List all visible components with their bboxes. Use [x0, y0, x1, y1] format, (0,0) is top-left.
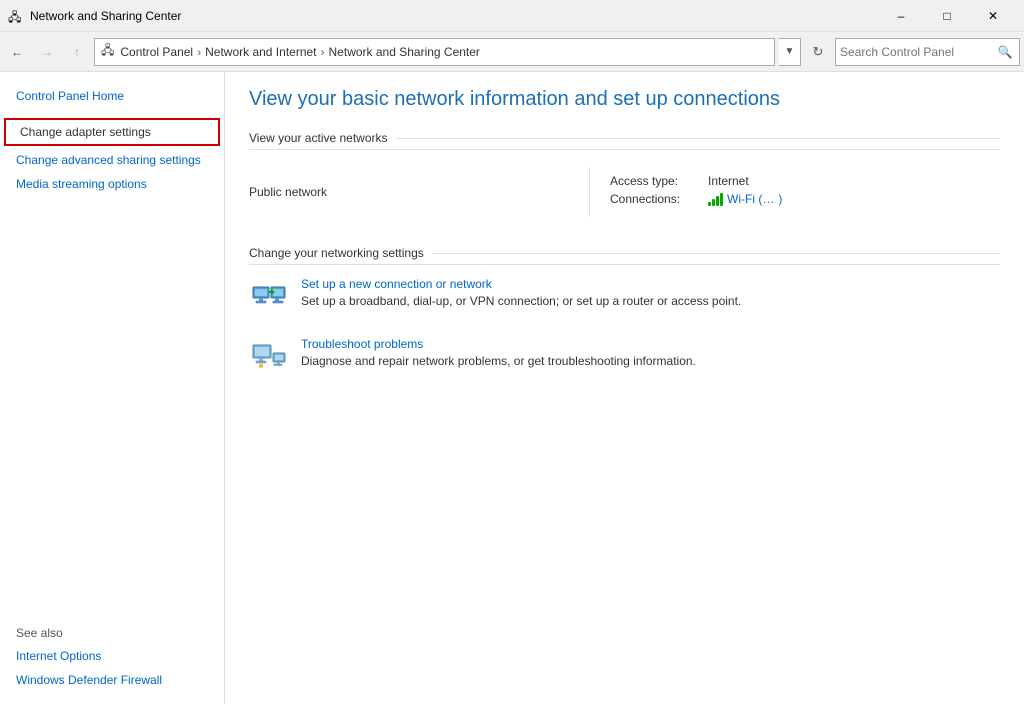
- network-name: Public network: [249, 177, 589, 207]
- sidebar: Control Panel Home Change adapter settin…: [0, 72, 225, 704]
- troubleshoot-desc: Diagnose and repair network problems, or…: [301, 354, 696, 368]
- settings-item-new-connection: Set up a new connection or network Set u…: [249, 277, 1000, 317]
- window-icon: 🖧: [8, 8, 24, 24]
- troubleshoot-text: Troubleshoot problems Diagnose and repai…: [301, 337, 696, 370]
- wifi-icon: [708, 192, 723, 206]
- address-path: 🖧 Control Panel › Network and Internet ›…: [94, 38, 775, 66]
- search-box: 🔍: [835, 38, 1020, 66]
- network-divider: [589, 167, 590, 217]
- page-title: View your basic network information and …: [249, 88, 1000, 111]
- svg-text:!: !: [261, 364, 262, 369]
- addressbar: ← → ↑ 🖧 Control Panel › Network and Inte…: [0, 32, 1024, 72]
- active-networks-header: View your active networks: [249, 131, 1000, 150]
- connections-row: Connections: Wi-Fi (… ): [610, 192, 782, 206]
- sidebar-item-internet-options[interactable]: Internet Options: [0, 644, 224, 668]
- close-button[interactable]: ✕: [970, 0, 1016, 32]
- troubleshoot-link[interactable]: Troubleshoot problems: [301, 337, 696, 351]
- wifi-name: Wi-Fi (…: [727, 192, 774, 206]
- settings-item-troubleshoot: ! Troubleshoot problems Diagnose and rep…: [249, 337, 1000, 377]
- access-type-label: Access type:: [610, 174, 700, 188]
- access-type-row: Access type: Internet: [610, 174, 782, 188]
- sidebar-item-change-advanced[interactable]: Change advanced sharing settings: [0, 148, 224, 172]
- address-icon: 🖧: [101, 41, 114, 62]
- back-button[interactable]: ←: [4, 39, 30, 65]
- minimize-button[interactable]: –: [878, 0, 924, 32]
- networking-settings-header: Change your networking settings: [249, 246, 1000, 265]
- up-button[interactable]: ↑: [64, 39, 90, 65]
- forward-button[interactable]: →: [34, 39, 60, 65]
- content-area: View your basic network information and …: [225, 72, 1024, 704]
- sidebar-item-change-adapter[interactable]: Change adapter settings: [4, 118, 220, 146]
- wifi-link[interactable]: Wi-Fi (… ): [708, 192, 782, 206]
- breadcrumb-current: Network and Sharing Center: [329, 45, 480, 59]
- new-connection-desc: Set up a broadband, dial-up, or VPN conn…: [301, 294, 741, 308]
- search-input[interactable]: [840, 45, 995, 59]
- refresh-button[interactable]: ↻: [805, 39, 831, 65]
- main-window: Control Panel Home Change adapter settin…: [0, 72, 1024, 704]
- search-icon[interactable]: 🔍: [995, 42, 1015, 62]
- window-controls: – □ ✕: [878, 0, 1016, 32]
- troubleshoot-icon: !: [249, 337, 289, 377]
- network-info: Access type: Internet Connections: Wi-Fi…: [610, 174, 782, 210]
- breadcrumb-network-internet[interactable]: Network and Internet: [205, 45, 316, 59]
- connections-label: Connections:: [610, 192, 700, 206]
- access-type-value: Internet: [708, 174, 749, 188]
- sidebar-item-home[interactable]: Control Panel Home: [0, 84, 224, 108]
- wifi-suffix: ): [778, 192, 782, 206]
- breadcrumb-control-panel[interactable]: Control Panel: [120, 45, 193, 59]
- address-dropdown[interactable]: ▼: [779, 38, 801, 66]
- settings-section: Set up a new connection or network Set u…: [249, 277, 1000, 377]
- titlebar: 🖧 Network and Sharing Center – □ ✕: [0, 0, 1024, 32]
- see-also-label: See also: [0, 622, 224, 644]
- sidebar-item-media-streaming[interactable]: Media streaming options: [0, 172, 224, 196]
- new-connection-link[interactable]: Set up a new connection or network: [301, 277, 741, 291]
- window-title: Network and Sharing Center: [30, 9, 878, 23]
- maximize-button[interactable]: □: [924, 0, 970, 32]
- new-connection-text: Set up a new connection or network Set u…: [301, 277, 741, 310]
- active-networks: Public network Access type: Internet Con…: [249, 162, 1000, 222]
- new-connection-icon: [249, 277, 289, 317]
- sidebar-item-windows-firewall[interactable]: Windows Defender Firewall: [0, 668, 224, 692]
